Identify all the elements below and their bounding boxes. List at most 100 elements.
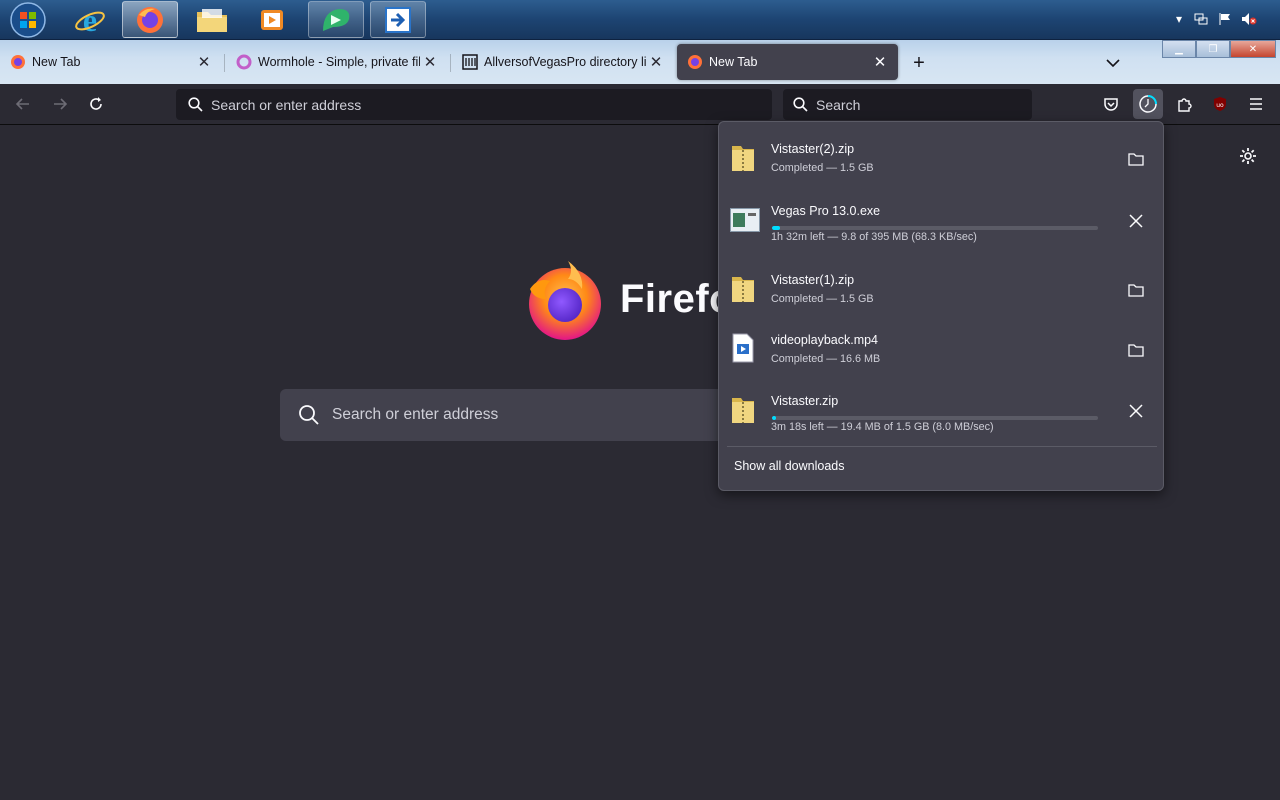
reload-icon: [90, 97, 102, 110]
list-all-tabs-button[interactable]: [1100, 50, 1126, 76]
tab-new-tab-selected[interactable]: New Tab ✕: [677, 44, 898, 80]
start-button[interactable]: [0, 1, 56, 38]
close-window-button[interactable]: ✕: [1230, 40, 1276, 58]
archive-icon: [462, 54, 478, 70]
zip-folder-icon: [732, 146, 754, 171]
windows-taskbar: e ▾: [0, 0, 1280, 40]
firefox-icon: [137, 6, 163, 33]
forward-button[interactable]: [45, 89, 75, 119]
download-item[interactable]: Vistaster(2).zip Completed — 1.5 GB: [719, 126, 1163, 186]
arrow-right-icon: [54, 98, 68, 110]
folder-icon: [197, 8, 227, 32]
download-status: Completed — 1.5 GB: [771, 293, 874, 305]
tab-label: AllversofVegasPro directory listi: [484, 55, 646, 69]
svg-text:e: e: [83, 4, 97, 36]
firefox-logo-icon: [529, 261, 601, 340]
search-icon: [188, 97, 203, 112]
chevron-down-icon: [1106, 59, 1120, 68]
panel-divider: [727, 446, 1157, 447]
tab-new-tab-1[interactable]: New Tab ✕: [0, 44, 222, 80]
firefox-icon: [687, 54, 703, 70]
download-status: Completed — 1.5 GB: [771, 162, 874, 174]
reload-button[interactable]: [81, 89, 111, 119]
download-status: 1h 32m left — 9.8 of 395 MB (68.3 KB/sec…: [771, 231, 977, 243]
minimize-button[interactable]: ▁: [1162, 40, 1196, 58]
download-item[interactable]: Vistaster(1).zip Completed — 1.5 GB: [719, 257, 1163, 317]
pocket-button[interactable]: [1096, 89, 1126, 119]
windows-orb-icon: [10, 1, 46, 38]
tab-separator: [224, 54, 225, 72]
show-all-downloads-button[interactable]: Show all downloads: [734, 459, 845, 473]
ublock-shield-icon: uo: [1214, 97, 1226, 111]
volume-muted-icon[interactable]: [1240, 10, 1258, 28]
download-progress-fill: [772, 226, 781, 230]
taskbar-media-player[interactable]: [244, 1, 300, 38]
close-tab-icon[interactable]: ✕: [194, 52, 214, 72]
search-bar[interactable]: Search: [783, 89, 1032, 120]
downloads-button[interactable]: [1133, 89, 1163, 119]
taskbar-internet-explorer[interactable]: e: [62, 1, 118, 38]
address-bar[interactable]: Search or enter address: [176, 89, 772, 120]
download-item[interactable]: Vegas Pro 13.0.exe 1h 32m left — 9.8 of …: [719, 188, 1163, 248]
tab-strip: New Tab ✕ Wormhole - Simple, private fil…: [0, 40, 1280, 84]
extensions-button[interactable]: [1169, 89, 1199, 119]
download-status: 3m 18s left — 19.4 MB of 1.5 GB (8.0 MB/…: [771, 421, 994, 433]
new-tab-button[interactable]: +: [906, 50, 932, 76]
taskbar-file-explorer[interactable]: [184, 1, 240, 38]
search-bar-placeholder: Search: [816, 96, 861, 113]
taskbar-arrow-app[interactable]: [370, 1, 426, 38]
internet-explorer-icon: e: [75, 4, 105, 36]
close-tab-icon[interactable]: ✕: [420, 52, 440, 72]
folder-icon: [1128, 284, 1144, 297]
folder-icon: [1128, 153, 1144, 166]
personalize-button[interactable]: [1238, 146, 1258, 171]
close-tab-icon[interactable]: ✕: [646, 52, 666, 72]
download-item[interactable]: Vistaster.zip 3m 18s left — 19.4 MB of 1…: [719, 378, 1163, 438]
folder-icon: [1128, 344, 1144, 357]
window-controls: ▁ ❐ ✕: [1162, 40, 1276, 58]
download-filename: Vistaster(1).zip: [771, 273, 855, 287]
tab-label: Wormhole - Simple, private file: [258, 55, 420, 69]
taskbar-green-app[interactable]: [308, 1, 364, 38]
search-icon: [299, 405, 319, 425]
tab-allversofvegaspro[interactable]: AllversofVegasPro directory listi ✕: [452, 44, 674, 80]
tab-label: New Tab: [32, 55, 81, 69]
puzzle-piece-icon: [1178, 98, 1192, 112]
show-in-folder-button[interactable]: [1123, 277, 1149, 303]
show-in-folder-button[interactable]: [1123, 337, 1149, 363]
zip-folder-icon: [732, 277, 754, 302]
cancel-download-button[interactable]: [1123, 398, 1149, 424]
download-filename: videoplayback.mp4: [771, 333, 879, 347]
arrow-app-icon: [385, 6, 411, 33]
download-filename: Vegas Pro 13.0.exe: [771, 204, 881, 218]
tab-wormhole[interactable]: Wormhole - Simple, private file ✕: [226, 44, 448, 80]
exe-icon: [730, 208, 760, 232]
ublock-origin-button[interactable]: uo: [1205, 89, 1235, 119]
app-menu-button[interactable]: [1241, 89, 1271, 119]
network-icon[interactable]: [1192, 10, 1210, 28]
firefox-icon: [10, 54, 26, 70]
download-status: Completed — 16.6 MB: [771, 353, 881, 365]
action-center-flag-icon[interactable]: [1216, 10, 1234, 28]
download-progress-bar: [772, 226, 1098, 230]
page-search-placeholder: Search or enter address: [332, 406, 499, 423]
close-tab-icon[interactable]: ✕: [870, 52, 890, 72]
tray-show-hidden-icon[interactable]: ▾: [1170, 10, 1188, 28]
search-icon: [793, 97, 808, 112]
download-item[interactable]: videoplayback.mp4 Completed — 16.6 MB: [719, 317, 1163, 377]
video-file-icon: [732, 333, 754, 363]
tab-separator: [450, 54, 451, 72]
address-bar-placeholder: Search or enter address: [211, 96, 362, 113]
back-button[interactable]: [8, 89, 38, 119]
restore-button[interactable]: ❐: [1196, 40, 1230, 58]
show-in-folder-button[interactable]: [1123, 146, 1149, 172]
navigation-toolbar: Search or enter address Search uo: [0, 84, 1280, 125]
downloads-panel: Vistaster(2).zip Completed — 1.5 GB Vega…: [718, 121, 1164, 491]
taskbar-firefox[interactable]: [122, 1, 178, 38]
cancel-icon: [1129, 404, 1143, 418]
cancel-download-button[interactable]: [1123, 208, 1149, 234]
cancel-icon: [1129, 214, 1143, 228]
green-app-icon: [323, 8, 350, 31]
pocket-icon: [1104, 98, 1118, 111]
download-filename: Vistaster.zip: [771, 394, 839, 408]
